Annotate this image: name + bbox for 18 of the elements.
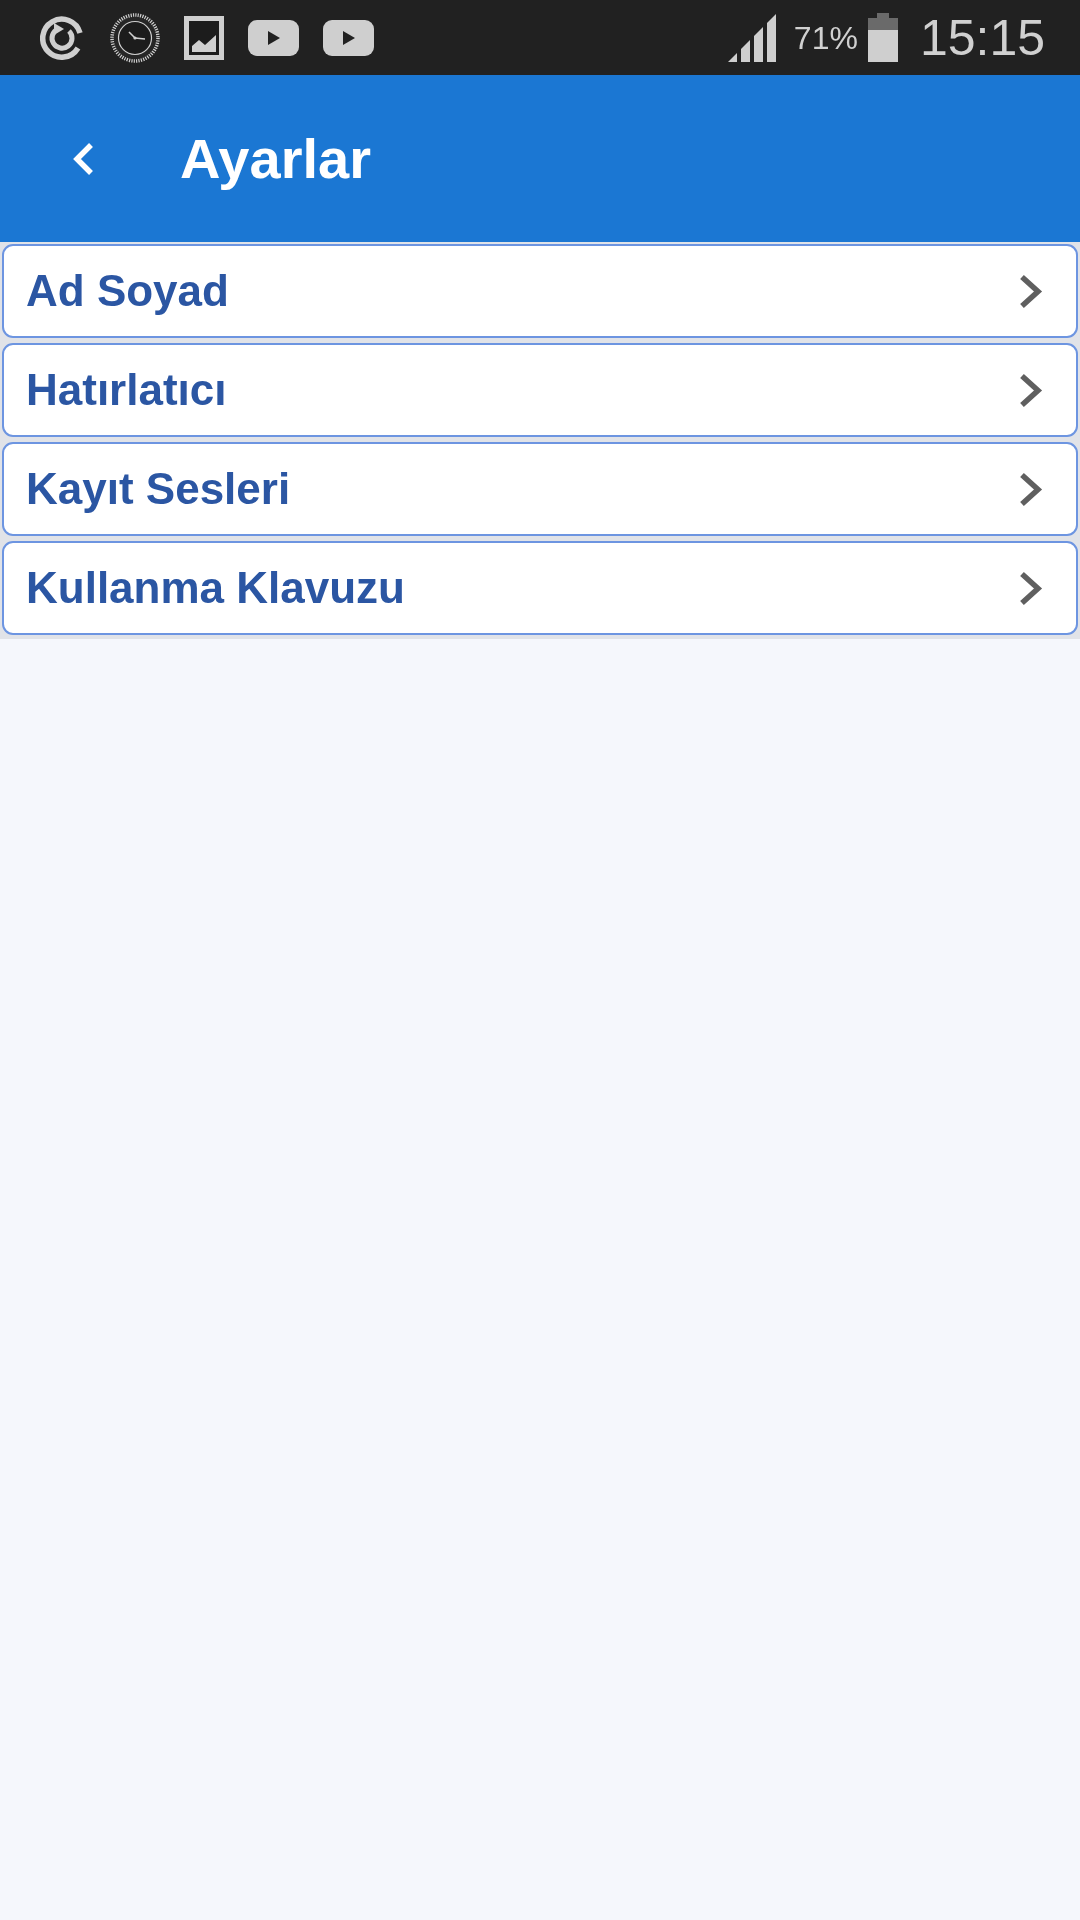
video-play-icon — [323, 19, 374, 56]
chevron-right-icon — [1019, 471, 1043, 507]
image-icon — [184, 15, 224, 60]
settings-item[interactable]: Kullanma Klavuzu — [2, 541, 1078, 635]
signal-icon — [727, 13, 776, 62]
chevron-right-icon — [1019, 372, 1043, 408]
screen-title: Ayarlar — [180, 125, 371, 192]
settings-item[interactable]: Ad Soyad — [2, 244, 1078, 338]
clock-icon — [110, 12, 160, 63]
chevron-right-icon — [1019, 273, 1043, 309]
settings-item[interactable]: Kayıt Sesleri — [2, 442, 1078, 536]
battery-icon — [867, 13, 898, 62]
battery-percent: 71% — [793, 21, 858, 54]
video-play-icon — [248, 19, 299, 56]
clock-time: 15:15 — [919, 12, 1045, 63]
back-icon — [72, 141, 94, 176]
chevron-right-icon — [1019, 570, 1043, 606]
settings-item[interactable]: Hatırlatıcı — [2, 343, 1078, 437]
